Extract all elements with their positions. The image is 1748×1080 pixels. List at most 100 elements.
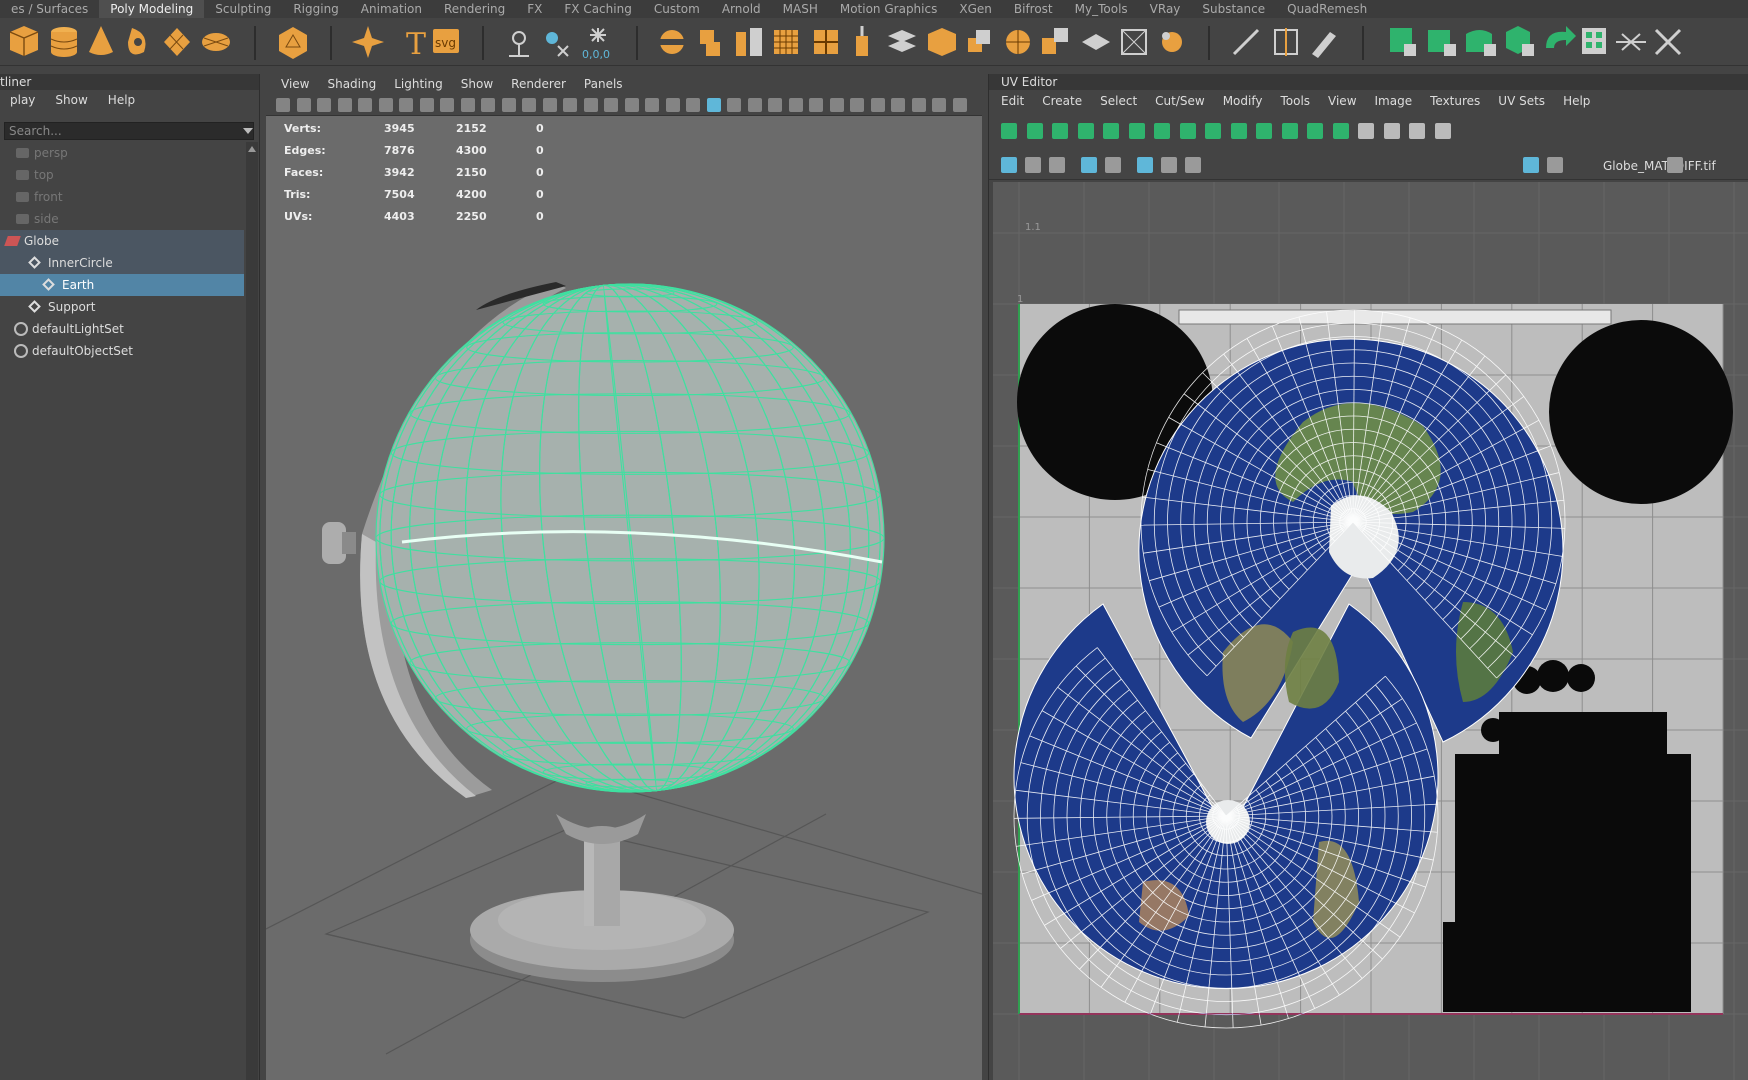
poly-torus-icon[interactable] [128,28,146,55]
shelf-tab[interactable]: VRay [1139,0,1192,18]
outliner-item-support[interactable]: Support [0,296,244,318]
uv-menu-help[interactable]: Help [1554,94,1599,108]
poly-cylinder-icon[interactable] [50,27,78,57]
uv-auto-icon[interactable] [1506,26,1534,56]
texture-name-field[interactable]: Globe_MAT_DIFF.tif [1603,159,1716,173]
shelf-tab[interactable]: FX Caching [553,0,642,18]
sphere-wire-icon[interactable] [1006,30,1030,54]
viewport-toolbar-icon[interactable] [645,98,659,112]
uv-toolkit-icon[interactable] [1256,123,1272,139]
viewport-menu-shading[interactable]: Shading [318,77,385,91]
uv-menu-uvsets[interactable]: UV Sets [1489,94,1554,108]
uv-unfold-icon[interactable] [1546,26,1576,48]
viewport-toolbar-icon[interactable] [829,98,844,112]
uv-toolkit-icon[interactable] [1128,123,1145,139]
uv-toolkit-icon[interactable] [1383,123,1400,139]
uv-layout-icon[interactable] [1582,28,1606,54]
outliner-item-side[interactable]: side [0,208,244,230]
viewport-toolbar-icon[interactable] [276,98,290,112]
shelf-tab[interactable]: MASH [772,0,829,18]
outliner-menu-show[interactable]: Show [45,93,97,107]
fill-hole-icon[interactable] [1042,28,1068,54]
uv-toolkit-icon[interactable] [1077,123,1094,139]
outliner-menu-help[interactable]: Help [98,93,145,107]
viewport-toolbar-icon[interactable] [481,98,495,112]
outliner-item-defaultobjectset[interactable]: defaultObjectSet [0,340,244,362]
viewport-menu-panels[interactable]: Panels [575,77,632,91]
uv-display-icon[interactable] [1001,157,1017,173]
viewport-toolbar-icon[interactable] [604,98,618,112]
viewport-toolbar-icon[interactable] [460,98,475,112]
viewport-toolbar-icon[interactable] [337,98,352,112]
outliner-item-defaultlightset[interactable]: defaultLightSet [0,318,244,340]
viewport-toolbar-icon[interactable] [850,98,864,112]
viewport-toolbar-icon[interactable] [522,98,536,112]
viewport-toolbar-icon[interactable] [788,98,803,112]
viewport-toolbar-icon[interactable] [932,98,946,112]
uv-toolkit-icon[interactable] [1052,123,1068,139]
viewport-toolbar-icon[interactable] [419,98,434,112]
sweep-mesh-icon[interactable] [352,26,384,58]
bevel-icon[interactable] [928,28,956,56]
offset-edge-loop-icon[interactable] [1312,32,1336,58]
reduce-icon[interactable] [814,30,838,54]
uv-display-icon[interactable] [1667,157,1683,173]
uv-menu-select[interactable]: Select [1091,94,1146,108]
viewport-toolbar-icon[interactable] [809,98,823,112]
viewport-toolbar-icon[interactable] [911,98,926,112]
poly-platonic-icon[interactable] [279,27,307,59]
shelf-tab[interactable]: QuadRemesh [1276,0,1378,18]
shelf-tab[interactable]: Arnold [711,0,772,18]
uv-cut-icon[interactable] [1616,33,1646,51]
uv-texture-canvas[interactable]: 1.1 1 [993,182,1748,1080]
outliner-scrollbar[interactable] [246,142,258,1080]
uv-toolkit-icon[interactable] [1154,123,1170,139]
uv-display-icon[interactable] [1137,157,1153,173]
viewport-toolbar-icon[interactable] [399,98,413,112]
viewport-toolbar-icon[interactable] [768,98,782,112]
uv-display-icon[interactable] [1185,157,1201,173]
shelf-tab[interactable]: Rendering [433,0,516,18]
mirror-icon[interactable] [736,28,762,56]
viewport-toolbar-icon[interactable] [542,98,557,112]
viewport-toolbar-icon[interactable] [296,98,311,112]
retopo-icon[interactable] [1162,32,1182,52]
boolean-icon[interactable] [968,30,990,52]
viewport-menu-lighting[interactable]: Lighting [385,77,452,91]
type-tool-icon[interactable]: T [406,27,426,62]
viewport-toolbar-icon[interactable] [440,98,454,112]
shelf-tab[interactable]: FX [516,0,553,18]
poly-plane-icon[interactable] [164,28,190,56]
viewport-toolbar-icon[interactable] [952,98,967,112]
uv-display-icon[interactable] [1161,157,1177,173]
uv-toolkit-icon[interactable] [1205,123,1221,139]
viewport-toolbar-icon[interactable] [665,98,680,112]
outliner-item-top[interactable]: top [0,164,244,186]
viewport-toolbar-icon[interactable] [501,98,516,112]
outliner-item-innercircle[interactable]: InnerCircle [0,252,244,274]
uv-display-icon[interactable] [1081,157,1097,173]
shelf-tab[interactable]: Custom [643,0,711,18]
uv-toolkit-icon[interactable] [1409,123,1425,139]
append-icon[interactable] [1082,34,1110,50]
bridge-icon[interactable] [888,30,916,52]
uv-toolkit-icon[interactable] [1103,123,1119,139]
outliner-search-input[interactable]: Search... [4,122,254,140]
bounding-box-icon[interactable] [1121,29,1147,55]
viewport-toolbar-icon[interactable] [583,98,598,112]
shelf-tab[interactable]: Rigging [282,0,349,18]
shelf-tab[interactable]: Bifrost [1003,0,1064,18]
uv-toolkit-icon[interactable] [1179,123,1196,139]
uv-toolkit-icon[interactable] [1281,123,1298,139]
viewport-toolbar-icon[interactable] [747,98,762,112]
viewport-menu-show[interactable]: Show [452,77,502,91]
uv-menu-image[interactable]: Image [1366,94,1422,108]
uv-toolkit-icon[interactable] [1026,123,1043,139]
shelf-tab[interactable]: Motion Graphics [829,0,949,18]
insert-edge-loop-icon[interactable] [1274,28,1298,56]
outliner-item-persp[interactable]: persp [0,142,244,164]
svg-tool-icon[interactable]: svg [433,29,459,53]
viewport-toolbar-icon[interactable] [624,98,639,112]
uv-sew-icon[interactable] [1654,28,1682,56]
measure-tool-icon[interactable] [546,32,569,57]
